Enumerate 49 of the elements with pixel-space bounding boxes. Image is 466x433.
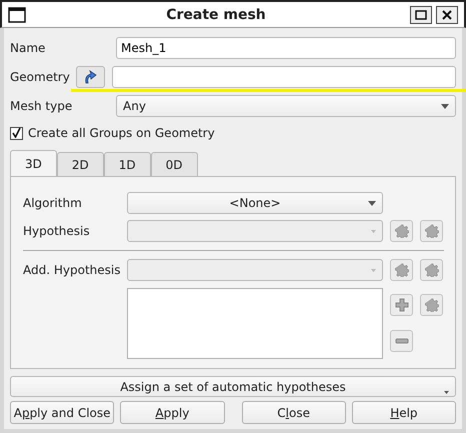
field-label: Geometry [10,70,70,84]
gear-icon-button[interactable] [420,294,443,316]
dropdown-arrow-icon [444,391,449,394]
tab[interactable]: 2D [56,152,104,176]
gear-icon-button[interactable] [390,220,413,242]
dialog-button[interactable]: Apply and Close [10,401,114,424]
maximize-icon [415,10,427,20]
window-title: Create mesh [165,6,267,22]
window-menu-icon[interactable] [8,6,26,22]
tab[interactable]: 1D [104,152,151,176]
remove-button[interactable] [390,330,413,352]
minus-icon [394,338,408,344]
close-icon [442,10,452,20]
close-button[interactable] [436,6,458,24]
selection-button[interactable] [76,66,105,88]
gear-icon [394,224,408,238]
gear-icon [424,263,438,277]
field-label: Mesh type [10,98,74,112]
field-label: Name [10,40,46,54]
maximize-button[interactable] [410,6,432,24]
dialog-button[interactable]: Close [242,401,346,424]
tab[interactable]: 0D [150,152,198,176]
dropdown-arrow-icon [368,201,376,206]
dropdown-arrow-icon [371,229,376,234]
field-label: Add. Hypothesis [23,263,122,277]
gear-icon [394,263,408,277]
curved-arrow-icon [83,70,98,84]
gear-icon [424,298,438,312]
assign-hypotheses-dropdown[interactable]: Assign a set of automatic hypotheses [10,376,456,397]
dropdown-arrow-icon [371,268,376,273]
name-field[interactable]: Mesh_1 [116,36,456,58]
mesh-type-dropdown[interactable]: Any [116,94,456,116]
field-label: Hypothesis [23,224,91,238]
checkbox[interactable] [10,126,23,140]
gear-icon [424,224,438,238]
gear-icon-button[interactable] [390,259,413,281]
dialog-button[interactable]: Apply [120,401,224,424]
dialog-button[interactable]: Help [352,401,456,424]
add-button[interactable] [390,294,413,316]
plus-icon [394,298,408,312]
field-label: Algorithm [23,196,83,210]
gear-icon-button[interactable] [420,220,443,242]
dropdown-arrow-icon [441,104,449,108]
hypothesis-list[interactable] [127,288,383,359]
gear-icon-button[interactable] [420,259,443,281]
tab[interactable]: 3D [10,150,57,176]
checkbox-label: Create all Groups on Geometry [28,126,215,140]
algorithm-dropdown[interactable]: <None> [127,192,383,214]
geometry-field[interactable] [112,66,456,88]
